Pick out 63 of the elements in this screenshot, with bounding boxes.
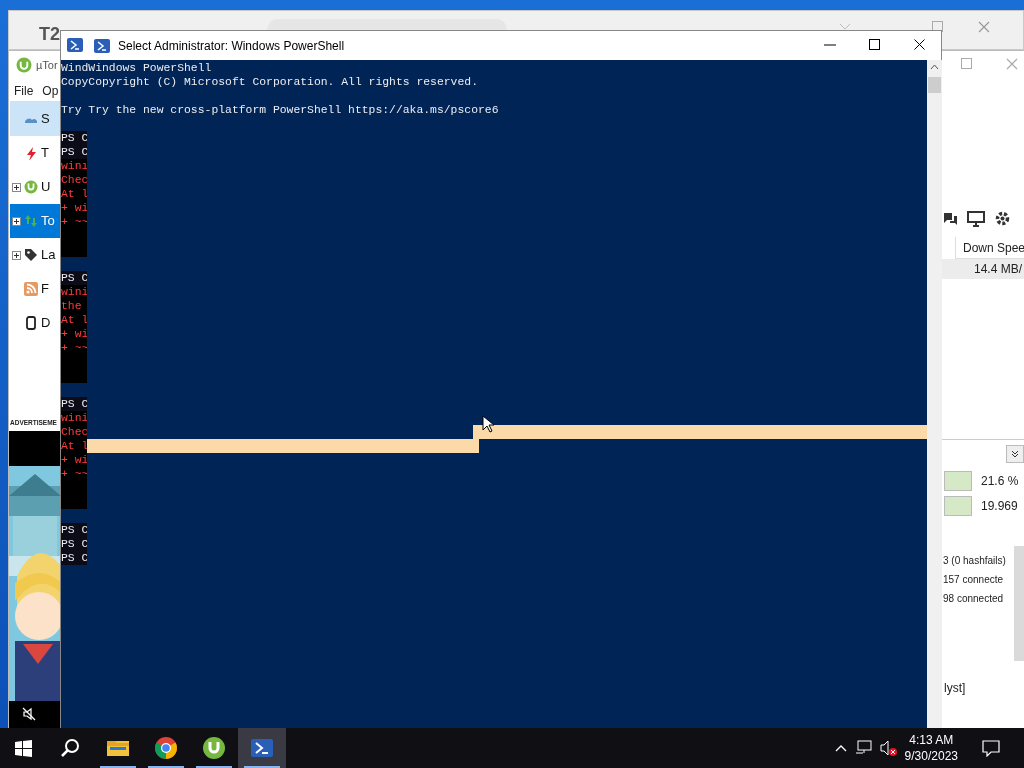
search-icon[interactable]: [60, 738, 80, 758]
menu-item[interactable]: File: [14, 82, 34, 100]
app-icon: T2: [39, 24, 60, 44]
sidebar-item[interactable]: T: [10, 136, 61, 170]
info-text: 3 (0 hashfails): [943, 554, 1006, 568]
table-cell-text: 14.4 MB/: [973, 261, 1022, 278]
sidebar-item[interactable]: D: [10, 306, 61, 340]
notification-icon[interactable]: [982, 739, 1000, 757]
sidebar-item[interactable]: To: [10, 204, 61, 238]
powershell-icon: [67, 38, 83, 52]
window-title: Select Administrator: Windows PowerShell: [118, 37, 345, 55]
console-block: [61, 243, 87, 257]
console-block: [61, 369, 87, 383]
console-line: Try Try the new cross-platform PowerShell https://aka.ms/pscore6: [61, 103, 499, 117]
scrollbar[interactable]: [1014, 546, 1024, 661]
transfer-icon: [24, 214, 38, 228]
sidebar-item[interactable]: La: [10, 238, 61, 272]
tag-icon: [24, 248, 38, 262]
rss-icon: [24, 282, 38, 296]
settings-icon[interactable]: [994, 210, 1011, 227]
meter-reading: 19.969: [981, 498, 1018, 515]
chevron-icon: [1011, 450, 1019, 458]
meter-reading: 21.6 %: [981, 473, 1019, 490]
console-line: WindWindows PowerShell: [61, 61, 212, 75]
menu-item[interactable]: Op: [42, 82, 59, 100]
expand-icon[interactable]: [11, 182, 21, 192]
clock-date[interactable]: 9/30/2023: [904, 748, 958, 764]
app-logo-icon: [16, 57, 32, 74]
mouse-pointer-icon: [482, 415, 494, 433]
close-icon[interactable]: [914, 39, 925, 50]
app-icon: [202, 736, 226, 760]
console-line: CopyCopyright (C) Microsoft Corporation. All rights reserved.: [61, 75, 478, 89]
mute-icon[interactable]: [22, 707, 36, 721]
chevron-up-icon[interactable]: [834, 744, 847, 752]
table-row[interactable]: 14.4 MB/: [942, 259, 1024, 279]
expand-icon[interactable]: [11, 216, 21, 226]
browser-icon: [154, 736, 178, 760]
sidebar-item[interactable]: F: [10, 272, 61, 306]
chat-icon[interactable]: [944, 210, 958, 227]
scrollbar[interactable]: [927, 60, 942, 728]
sidebar-item[interactable]: S: [10, 102, 61, 136]
volume-muted-icon[interactable]: [878, 740, 897, 756]
minimize-icon[interactable]: [839, 23, 851, 31]
lightning-icon: [24, 146, 38, 160]
scroll-thumb[interactable]: [928, 77, 941, 93]
terminal-icon: [250, 736, 274, 760]
clock-time[interactable]: 4:13 AM: [909, 732, 954, 748]
powershell-icon: [94, 38, 110, 53]
monitor-icon[interactable]: [967, 210, 985, 227]
sidebar-item[interactable]: U: [10, 170, 61, 204]
window-title: µTor: [36, 58, 58, 73]
dropdown-button[interactable]: [1006, 445, 1024, 463]
phone-icon: [24, 316, 38, 330]
maximize-icon[interactable]: [869, 39, 880, 50]
info-text: 98 connected: [943, 592, 1005, 606]
logo-icon: [24, 180, 38, 194]
info-text: lyst]: [944, 680, 966, 697]
scroll-up-icon[interactable]: [930, 64, 939, 70]
info-text: 157 connecte: [943, 573, 1005, 587]
start-icon[interactable]: [15, 739, 32, 757]
expand-icon[interactable]: [11, 250, 21, 260]
console-block: [61, 495, 87, 509]
network-icon[interactable]: [854, 740, 873, 756]
